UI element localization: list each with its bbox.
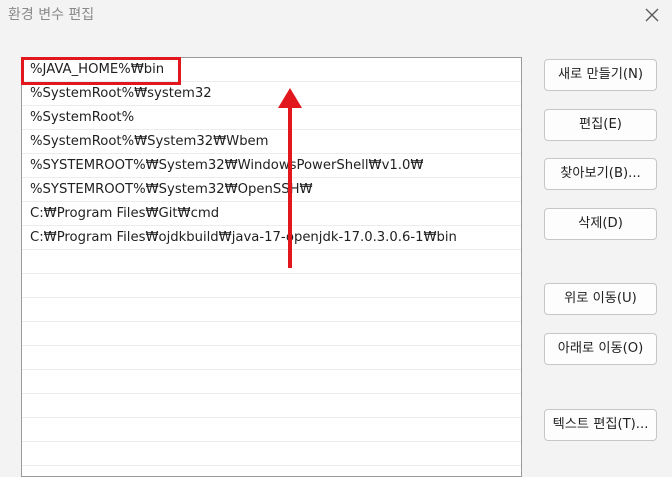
list-item[interactable]: %SYSTEMROOT%₩System32₩OpenSSH₩ [22,178,521,202]
list-item[interactable] [22,370,521,394]
list-item[interactable]: %SystemRoot% [22,106,521,130]
path-list[interactable]: %JAVA_HOME%₩bin %SystemRoot%₩system32 %Sys… [21,57,522,477]
list-item[interactable] [22,250,521,274]
move-down-button[interactable]: 아래로 이동(O) [544,333,657,365]
window-title: 환경 변수 편집 [8,7,95,23]
list-item[interactable] [22,442,521,466]
list-item[interactable] [22,322,521,346]
edit-button[interactable]: 편집(E) [544,109,657,141]
list-item-selected[interactable]: %JAVA_HOME%₩bin [22,58,521,82]
move-up-button[interactable]: 위로 이동(U) [544,283,657,315]
title-bar: 환경 변수 편집 [0,0,672,30]
edit-text-button[interactable]: 텍스트 편집(T)... [544,409,657,441]
close-icon [645,8,659,22]
browse-button[interactable]: 찾아보기(B)... [544,158,657,190]
list-item[interactable]: C:₩Program Files₩ojdkbuild₩java-17-openj… [22,226,521,250]
close-button[interactable] [636,0,668,30]
list-item[interactable]: %SystemRoot%₩System32₩Wbem [22,130,521,154]
list-item[interactable]: %SystemRoot%₩system32 [22,82,521,106]
list-item[interactable] [22,418,521,442]
list-item[interactable] [22,274,521,298]
list-item[interactable] [22,298,521,322]
new-button[interactable]: 새로 만들기(N) [544,59,657,91]
list-item[interactable] [22,346,521,370]
list-item[interactable]: %SYSTEMROOT%₩System32₩WindowsPowerShell₩… [22,154,521,178]
list-item[interactable]: C:₩Program Files₩Git₩cmd [22,202,521,226]
list-item[interactable] [22,394,521,418]
delete-button[interactable]: 삭제(D) [544,208,657,240]
